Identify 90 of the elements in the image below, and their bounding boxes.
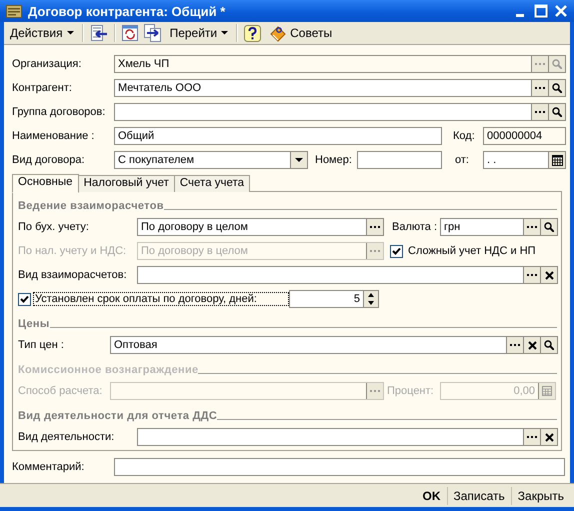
book-icon [269, 24, 286, 42]
field-label: от: [455, 154, 470, 166]
clear-button[interactable] [523, 337, 540, 353]
checkbox[interactable] [390, 244, 403, 258]
caret-icon [221, 31, 228, 35]
tab[interactable]: Счета учета [174, 175, 250, 192]
search-button[interactable] [548, 104, 565, 120]
field-label: Валюта : [392, 221, 438, 233]
checkbox-label[interactable]: Сложный учет НДС и НП [406, 244, 538, 258]
lookup-field[interactable]: грн [440, 218, 558, 236]
field-label: Вид договора: [12, 154, 86, 166]
section-title: Комиссионное вознаграждение [18, 364, 198, 376]
footer-button[interactable]: OK [416, 486, 446, 504]
dropdown-field[interactable]: С покупателем [114, 151, 308, 169]
tab[interactable]: Налоговый учет [78, 175, 175, 192]
search-icon [552, 59, 562, 69]
number-field[interactable]: 5 [289, 290, 379, 308]
goto-menu[interactable]: Перейти [168, 24, 230, 42]
caret-icon [66, 31, 74, 35]
section-title: Вид деятельности для отчета ДДС [18, 410, 218, 422]
spinner-button[interactable] [363, 291, 378, 307]
footer-button[interactable]: Закрыть [510, 486, 570, 504]
comment-field[interactable] [114, 458, 565, 476]
field-label: Тип цен : [18, 339, 65, 351]
search-icon [552, 107, 562, 117]
lookup-field[interactable] [114, 103, 566, 121]
footer-button[interactable]: Записать [446, 486, 511, 504]
date-field[interactable]: . . [483, 151, 566, 169]
tips-button[interactable]: Советы [267, 22, 334, 44]
field-label: Процент: [387, 385, 435, 397]
calendar-button[interactable] [548, 152, 565, 168]
lookup-field[interactable] [137, 428, 558, 446]
lookup-field[interactable]: Мечтатель ООО [114, 79, 566, 97]
field-label: Вид деятельности: [18, 431, 116, 443]
checkmark-icon [392, 247, 401, 255]
select-button[interactable] [506, 337, 523, 353]
checkbox[interactable] [18, 292, 31, 306]
field-label: Способ расчета: [18, 385, 104, 397]
field-label: По бух. учету: [18, 221, 90, 233]
close-icon [528, 340, 536, 350]
checkbox-label[interactable]: Установлен срок оплаты по договору, дней: [33, 292, 289, 306]
field-label: Код: [453, 130, 476, 142]
close-button[interactable] [554, 4, 568, 18]
field-label: Организация: [12, 58, 82, 70]
caret-icon [295, 158, 303, 162]
close-icon [544, 432, 554, 442]
search-icon [544, 222, 554, 232]
checkmark-icon [20, 295, 29, 303]
field-label: Наименование : [12, 130, 96, 142]
lookup-field[interactable]: Оптовая [110, 336, 558, 354]
text-field[interactable]: Общий [114, 127, 442, 145]
field-label: По нал. учету и НДС: [18, 245, 128, 257]
search-icon [544, 340, 554, 350]
document-arrow-icon[interactable] [90, 24, 108, 42]
field-label: Группа договоров: [12, 106, 106, 118]
select-button[interactable] [523, 429, 540, 445]
up-down-arrows-icon [367, 293, 375, 305]
select-button[interactable] [531, 80, 548, 96]
search-icon [552, 83, 562, 93]
field-label: Контрагент: [12, 82, 73, 94]
select-button[interactable] [531, 104, 548, 120]
field-label: Комментарий: [12, 461, 86, 473]
help-icon[interactable] [244, 24, 262, 42]
section-title: Цены [18, 318, 50, 330]
section-title: Ведение взаиморасчетов [18, 200, 164, 212]
dropdown-button[interactable] [290, 152, 307, 168]
search-button[interactable] [540, 219, 557, 235]
calculator-icon [542, 386, 552, 396]
refresh-window-icon[interactable] [122, 25, 138, 41]
close-icon [544, 270, 554, 280]
clear-button[interactable] [540, 429, 557, 445]
field-label: Номер: [315, 154, 353, 166]
tab[interactable]: Основные [12, 174, 79, 193]
maximize-button[interactable] [534, 4, 548, 18]
clear-button[interactable] [540, 267, 557, 283]
documents-arrow-icon[interactable] [144, 24, 162, 42]
lookup-field[interactable] [137, 266, 558, 284]
search-button[interactable] [548, 80, 565, 96]
actions-menu[interactable]: Действия [8, 24, 76, 42]
text-field[interactable] [357, 151, 442, 169]
lookup-field[interactable]: По договору в целом [137, 218, 384, 236]
code-field[interactable]: 000000004 [483, 127, 566, 145]
search-button[interactable] [540, 337, 557, 353]
form-icon [6, 4, 22, 18]
window-title: Договор контрагента: Общий * [28, 4, 226, 18]
select-button[interactable] [366, 219, 383, 235]
select-button[interactable] [523, 267, 540, 283]
field-label: Вид взаиморасчетов: [18, 269, 128, 281]
select-button[interactable] [523, 219, 540, 235]
calendar-icon [552, 154, 562, 166]
